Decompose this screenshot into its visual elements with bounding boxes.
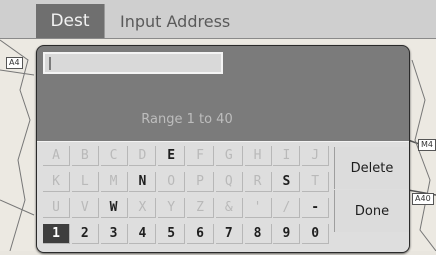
key-8[interactable]: 8 [244, 224, 272, 244]
key-o[interactable]: O [158, 172, 186, 192]
key-k[interactable]: K [43, 172, 70, 192]
key-h[interactable]: H [244, 146, 272, 166]
key-b[interactable]: B [71, 146, 99, 166]
key-6[interactable]: 6 [187, 224, 214, 244]
address-entry-dialog: Range 1 to 40 Delete Done ABCDEFGHIJ KLMN… [36, 45, 410, 253]
key-f[interactable]: F [187, 146, 214, 166]
key-u[interactable]: U [43, 198, 70, 218]
key-g[interactable]: G [215, 146, 243, 166]
address-input[interactable] [43, 52, 223, 74]
key-t[interactable]: T [302, 172, 330, 192]
key-1[interactable]: 1 [43, 224, 70, 244]
key-apostrophe[interactable]: ' [244, 198, 272, 218]
key-e[interactable]: E [158, 146, 186, 166]
done-button[interactable]: Done [334, 190, 409, 232]
key-m[interactable]: M [100, 172, 128, 192]
key-2[interactable]: 2 [71, 224, 99, 244]
key-4[interactable]: 4 [129, 224, 157, 244]
key-ampersand[interactable]: & [215, 198, 243, 218]
key-0[interactable]: 0 [302, 224, 330, 244]
key-r[interactable]: R [244, 172, 272, 192]
key-q[interactable]: Q [215, 172, 243, 192]
map-label-a4: A4 [6, 57, 23, 69]
key-l[interactable]: L [71, 172, 99, 192]
on-screen-keyboard: Delete Done A B C D E F G H I J K L M N O P Q R S T U V W X Y Z & '… [37, 141, 409, 252]
delete-button[interactable]: Delete [334, 147, 409, 189]
key-x[interactable]: X [129, 198, 157, 218]
map-label-a40: A40 [412, 193, 434, 205]
key-dash[interactable]: - [302, 198, 330, 218]
map-label-m4: M4 [418, 139, 436, 151]
key-s[interactable]: S [273, 172, 301, 192]
key-z[interactable]: Z [187, 198, 214, 218]
tab-input-address[interactable]: Input Address [104, 4, 230, 38]
key-n[interactable]: N [129, 172, 157, 192]
key-d[interactable]: D [129, 146, 157, 166]
key-7[interactable]: 7 [215, 224, 243, 244]
key-p[interactable]: P [187, 172, 214, 192]
tab-bar: Dest Input Address [0, 0, 436, 39]
key-9[interactable]: 9 [273, 224, 301, 244]
key-slash[interactable]: / [273, 198, 301, 218]
key-3[interactable]: 3 [100, 224, 128, 244]
key-a[interactable]: A [43, 146, 70, 166]
key-i[interactable]: I [273, 146, 301, 166]
text-caret [49, 57, 51, 70]
key-y[interactable]: Y [158, 198, 186, 218]
key-5[interactable]: 5 [158, 224, 186, 244]
key-j[interactable]: J [302, 146, 330, 166]
tab-dest[interactable]: Dest [36, 4, 105, 38]
range-hint: Range 1 to 40 [141, 112, 233, 127]
key-c[interactable]: C [100, 146, 128, 166]
key-v[interactable]: V [71, 198, 99, 218]
key-w[interactable]: W [100, 198, 128, 218]
